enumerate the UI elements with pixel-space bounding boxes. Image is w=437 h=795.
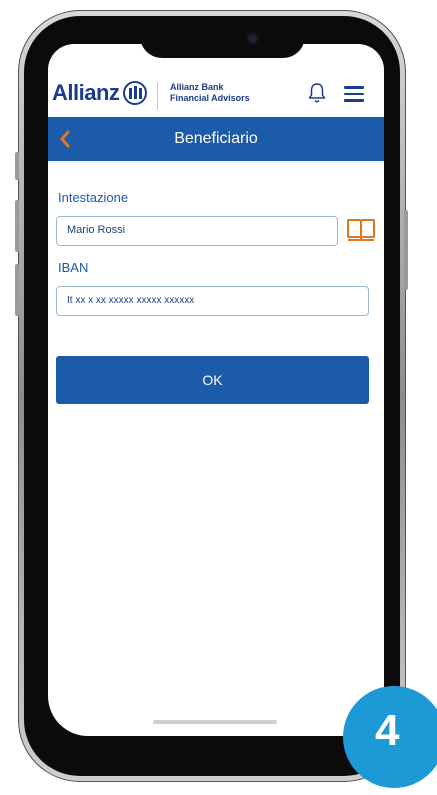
ok-button[interactable]: OK (56, 356, 369, 404)
app-header: Allianz Allianz Bank Financial Advisors (48, 74, 384, 118)
title-bar: Beneficiario (48, 117, 384, 161)
bank-name-line2: Financial Advisors (170, 93, 250, 103)
home-indicator (153, 720, 277, 724)
phone-notch (140, 22, 305, 58)
address-book-icon[interactable] (346, 217, 376, 243)
header-divider (157, 82, 158, 110)
page-title: Beneficiario (174, 130, 258, 147)
app-screen: Allianz Allianz Bank Financial Advisors … (48, 44, 384, 736)
iban-field[interactable]: It xx x xx xxxxx xxxxx xxxxxx (56, 286, 369, 316)
brand-name: Allianz (52, 80, 120, 105)
mute-switch (15, 152, 19, 180)
volume-up-button (15, 200, 19, 252)
step-number-badge: 4 (343, 686, 437, 788)
volume-down-button (15, 264, 19, 316)
step-number: 4 (375, 706, 400, 755)
allianz-logo[interactable]: Allianz (52, 80, 148, 106)
holder-label: Intestazione (58, 190, 129, 205)
front-camera (248, 34, 257, 43)
bank-name: Allianz Bank Financial Advisors (170, 82, 250, 104)
hamburger-menu-icon[interactable] (344, 86, 364, 102)
bell-icon[interactable] (308, 82, 326, 104)
power-button (404, 210, 408, 290)
holder-name-field[interactable]: Mario Rossi (56, 216, 338, 246)
iban-label: IBAN (58, 260, 89, 275)
allianz-eagle-icon (123, 81, 148, 105)
bank-name-line1: Allianz Bank (170, 82, 224, 92)
